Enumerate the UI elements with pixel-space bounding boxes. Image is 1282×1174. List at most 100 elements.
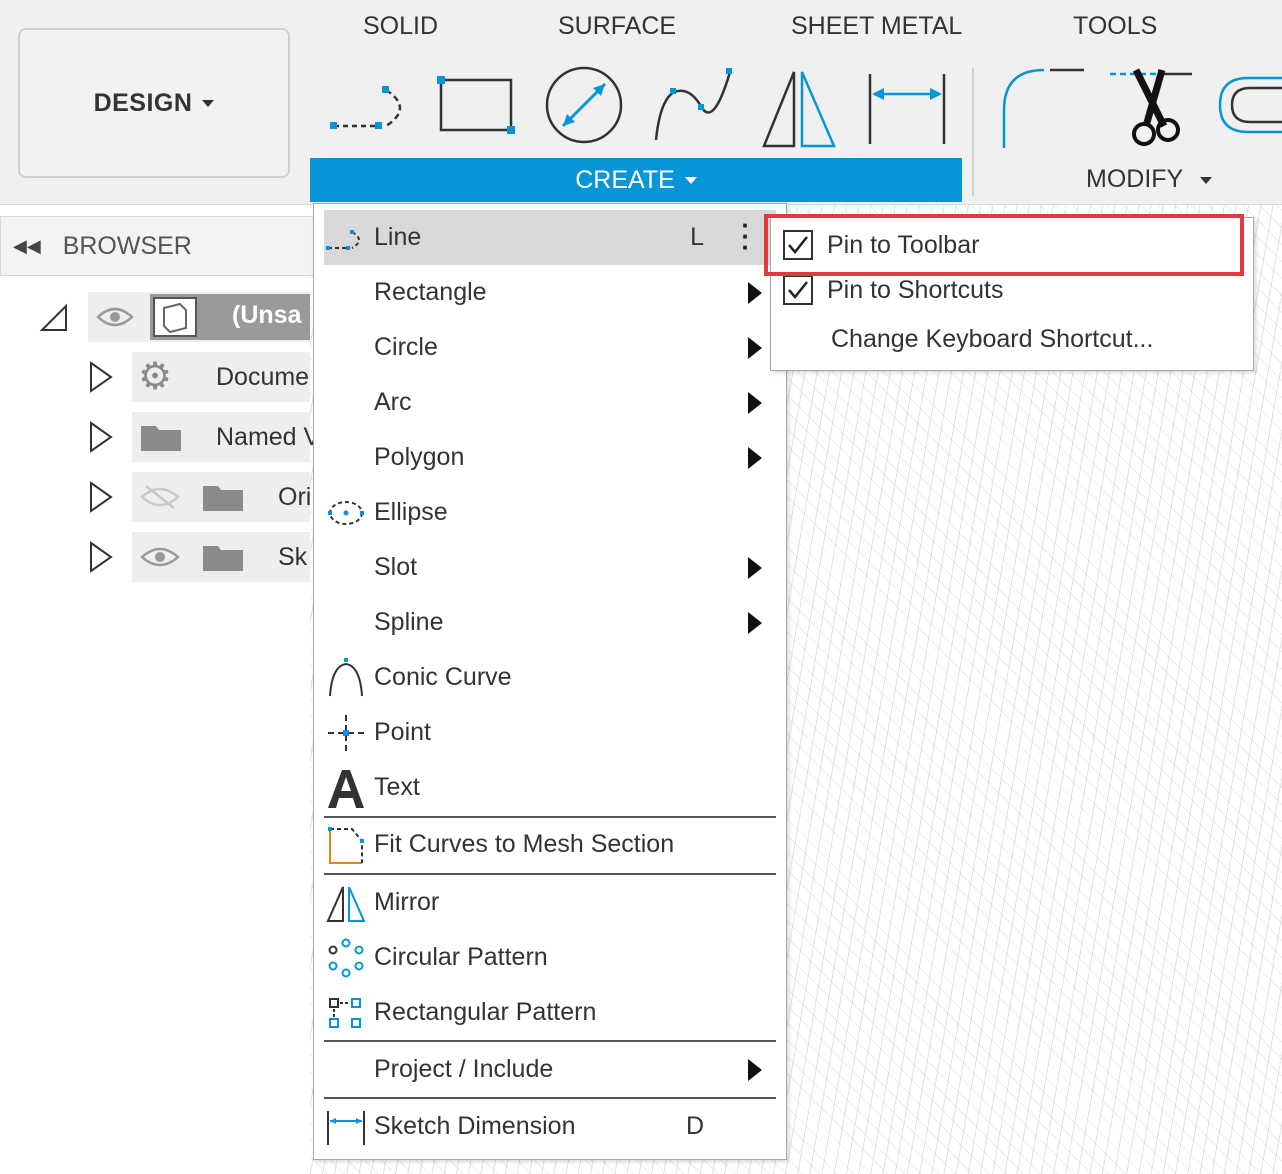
mirror-tool-icon[interactable] — [758, 60, 840, 150]
menu-item-spline[interactable]: Spline — [324, 595, 776, 650]
menu-item-label: Rectangle — [374, 278, 487, 306]
workspace-label: DESIGN — [93, 88, 193, 117]
offset-tool-icon[interactable] — [1214, 60, 1282, 150]
menu-item-conic-curve[interactable]: Conic Curve — [324, 650, 776, 705]
collapsed-triangle-icon[interactable] — [88, 420, 114, 454]
collapsed-triangle-icon[interactable] — [88, 480, 114, 514]
dimension-tool-icon[interactable] — [864, 60, 952, 150]
tree-row-label: (Unsa — [232, 301, 302, 329]
submenu-item-label: Change Keyboard Shortcut... — [831, 324, 1154, 353]
toolbar-separator — [972, 68, 974, 196]
menu-item-label: Point — [374, 718, 431, 746]
tree-row-label: Sk — [278, 543, 308, 571]
menu-item-arc[interactable]: Arc — [324, 375, 776, 430]
menu-item-label: Mirror — [374, 888, 440, 916]
menu-item-slot[interactable]: Slot — [324, 540, 776, 595]
menu-item-shortcut: L — [690, 223, 704, 251]
menu-item-label: Slot — [374, 553, 418, 581]
menu-item-sketch-dimension[interactable]: Sketch Dimension D — [324, 1099, 776, 1154]
menu-item-label: Circle — [374, 333, 438, 361]
tree-row-sketches[interactable]: Sk — [0, 532, 310, 582]
folder-icon — [141, 426, 181, 451]
mirror-icon — [326, 886, 366, 922]
checkmark-icon — [788, 281, 808, 299]
menu-item-rectangular-pattern[interactable]: Rectangular Pattern — [324, 985, 776, 1040]
tab-sheet-metal[interactable]: SHEET METAL — [791, 12, 962, 41]
sketch-dimension-icon — [327, 1111, 365, 1145]
rectangular-pattern-icon — [329, 998, 361, 1028]
folder-icon — [203, 546, 243, 571]
submenu-arrow-icon — [748, 392, 762, 414]
rectangle-tool-icon[interactable] — [435, 60, 520, 150]
tree-row-document-settings[interactable]: ⚙ Docume — [0, 352, 310, 402]
menu-item-label: Spline — [374, 608, 444, 636]
annotation-highlight-box — [764, 214, 1244, 276]
create-label: CREATE — [575, 165, 675, 194]
menu-item-label: Text — [374, 773, 420, 801]
menu-item-label: Rectangular Pattern — [374, 998, 597, 1026]
tab-solid[interactable]: SOLID — [363, 12, 438, 41]
text-icon — [328, 770, 364, 808]
tree-row-origin[interactable]: Ori — [0, 472, 312, 522]
tree-row-label: Ori — [278, 483, 312, 511]
collapsed-triangle-icon[interactable] — [88, 360, 114, 394]
submenu-arrow-icon — [748, 447, 762, 469]
conic-curve-icon — [329, 658, 363, 697]
menu-item-point[interactable]: Point — [324, 705, 776, 760]
collapse-icon[interactable]: ◀◀ — [13, 236, 41, 257]
menu-item-rectangle[interactable]: Rectangle — [324, 265, 776, 320]
eye-hidden-icon[interactable] — [140, 484, 180, 510]
menu-item-label: Conic Curve — [374, 663, 512, 691]
point-icon — [328, 715, 364, 751]
menu-item-shortcut: D — [685, 1112, 704, 1140]
tab-tools[interactable]: TOOLS — [1073, 12, 1157, 41]
submenu-arrow-icon — [748, 612, 762, 634]
eye-icon[interactable] — [140, 544, 180, 570]
fillet-tool-icon[interactable] — [998, 60, 1088, 150]
modify-menu-button[interactable]: MODIFY — [1086, 165, 1212, 194]
create-dropdown-menu: Line L · · · Rectangle Circle Arc Polygon … — [313, 203, 787, 1160]
menu-item-ellipse[interactable]: Ellipse — [324, 485, 776, 540]
chevron-down-icon — [1199, 176, 1212, 184]
submenu-item-label: Pin to Shortcuts — [827, 275, 1004, 304]
eye-icon[interactable] — [96, 304, 134, 330]
checkbox-checked[interactable] — [783, 275, 813, 305]
tab-surface[interactable]: SURFACE — [558, 12, 676, 41]
folder-icon — [203, 486, 243, 511]
menu-item-label: Polygon — [374, 443, 465, 471]
browser-header[interactable]: ◀◀ BROWSER — [0, 216, 330, 276]
tree-row-root[interactable]: (Unsa — [0, 292, 310, 342]
workspace-switcher-button[interactable]: DESIGN — [18, 28, 290, 178]
circle-tool-icon[interactable] — [541, 60, 627, 150]
tree-row-label: Docume — [216, 363, 310, 391]
submenu-arrow-icon — [748, 1059, 762, 1081]
fit-curves-icon — [328, 827, 364, 864]
chevron-down-icon — [202, 99, 215, 107]
menu-item-label: Fit Curves to Mesh Section — [374, 830, 675, 858]
menu-item-circle[interactable]: Circle — [324, 320, 776, 375]
circular-pattern-icon — [328, 938, 364, 978]
more-options-icon[interactable]: · · · — [741, 212, 750, 260]
menu-item-text[interactable]: Text — [324, 760, 776, 815]
menu-item-circular-pattern[interactable]: Circular Pattern — [324, 930, 776, 985]
tree-row-label: Named V — [216, 423, 321, 451]
menu-item-label: Sketch Dimension — [374, 1112, 576, 1140]
tree-row-named-views[interactable]: Named V — [0, 412, 320, 462]
create-menu-button[interactable]: CREATE — [310, 158, 962, 202]
menu-item-fit-curves[interactable]: Fit Curves to Mesh Section — [324, 817, 776, 872]
submenu-arrow-icon — [748, 337, 762, 359]
trim-tool-icon[interactable] — [1106, 60, 1196, 150]
submenu-arrow-icon — [748, 282, 762, 304]
spline-tool-icon[interactable] — [650, 60, 740, 150]
submenu-arrow-icon — [748, 557, 762, 579]
menu-item-label: Ellipse — [374, 498, 448, 526]
menu-item-polygon[interactable]: Polygon — [324, 430, 776, 485]
menu-item-line[interactable]: Line L · · · — [324, 210, 776, 265]
collapsed-triangle-icon[interactable] — [88, 540, 114, 574]
submenu-item-change-keyboard-shortcut[interactable]: Change Keyboard Shortcut... — [771, 316, 1255, 362]
menu-item-project-include[interactable]: Project / Include — [324, 1042, 776, 1097]
menu-item-label: Circular Pattern — [374, 943, 548, 971]
line-tool-icon[interactable] — [326, 60, 416, 150]
menu-item-mirror[interactable]: Mirror — [324, 875, 776, 930]
expanded-triangle-icon[interactable] — [38, 302, 70, 334]
